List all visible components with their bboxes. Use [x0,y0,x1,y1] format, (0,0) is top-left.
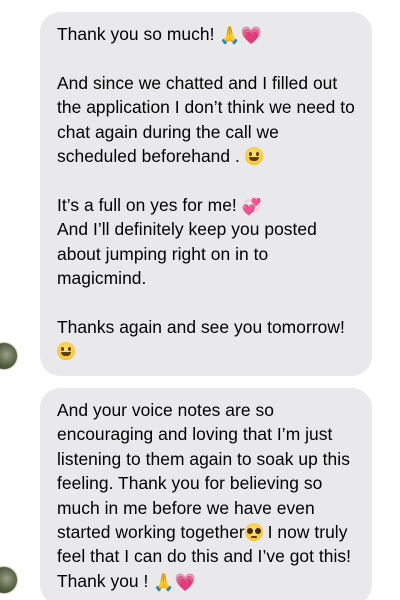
message-bubble[interactable]: And your voice notes are so encouraging … [40,388,372,600]
pleading-face-icon [244,523,263,542]
message-paragraph: Thank you so much! 🙏💗 [57,22,356,46]
message-text: And I’ll definitely keep you posted abou… [57,219,317,289]
message-paragraph: It’s a full on yes for me! 💞 And I’ll de… [57,193,356,291]
message-text: It’s a full on yes for me! [57,194,237,215]
revolving-hearts-icon: 💞 [241,196,262,216]
message-paragraph: And since we chatted and I filled out th… [57,71,356,169]
avatar[interactable] [0,342,18,370]
pink-heart-icon: 💗 [174,572,196,593]
folded-hands-icon: 🙏 [153,572,175,593]
avatar[interactable] [0,566,18,594]
grinning-face-icon [57,342,75,361]
message-text: Thanks again and see you tomorrow! [57,316,345,337]
chat-screen: Thank you so much! 🙏💗 And since we chatt… [0,0,400,600]
message-bubble[interactable]: Thank you so much! 🙏💗 And since we chatt… [40,12,372,376]
message-text: And since we chatted and I filled out th… [57,72,355,167]
message-paragraph: Thanks again and see you tomorrow! [57,315,356,364]
message-text: And your voice notes are so encouraging … [57,400,350,543]
message-paragraph: And your voice notes are so encouraging … [57,398,356,593]
message-text: Thank you so much! [57,24,215,44]
folded-hands-icon: 🙏 [219,26,241,46]
pink-heart-icon: 💗 [240,26,262,46]
grinning-face-icon [244,147,263,166]
